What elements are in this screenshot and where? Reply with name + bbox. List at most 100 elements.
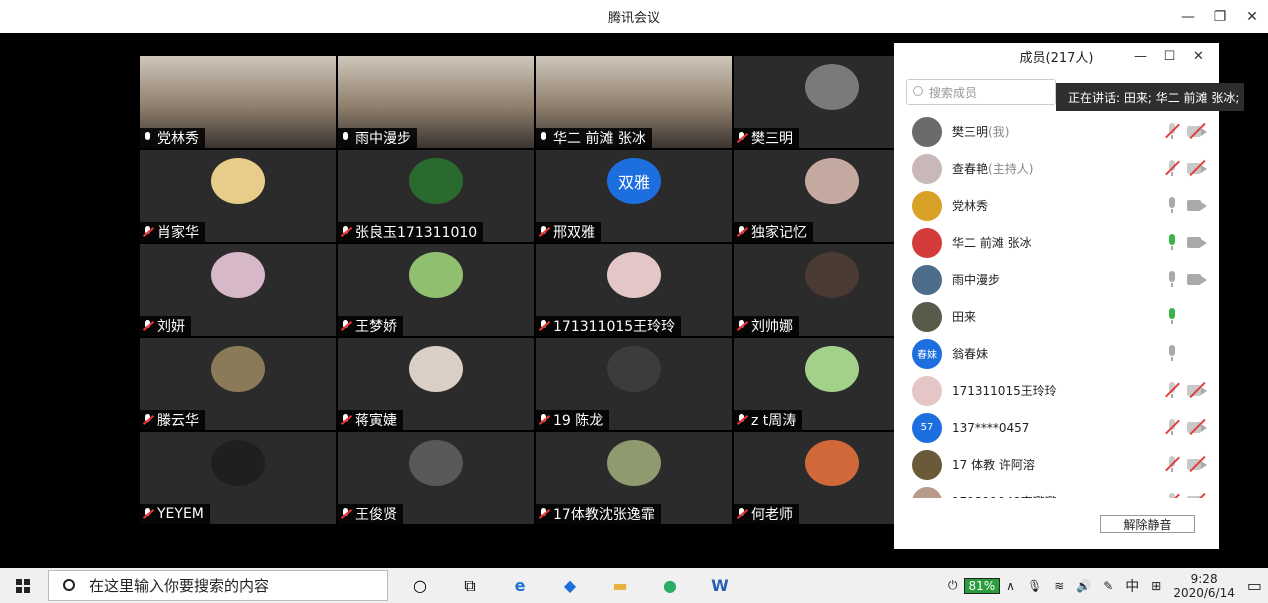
member-name: 171311048李璐璐: [952, 493, 1057, 498]
mic-icon[interactable]: [1165, 308, 1179, 325]
tencent-meeting-icon[interactable]: ◆: [545, 568, 595, 603]
mic-icon: [142, 132, 154, 144]
avatar: [912, 153, 942, 184]
participant-tile[interactable]: 刘妍: [140, 244, 336, 336]
participant-tile[interactable]: 171311015王玲玲: [536, 244, 732, 336]
restore-icon[interactable]: ❐: [1204, 0, 1236, 33]
member-name: 17 体教 许阿溶: [952, 458, 1035, 472]
mic-muted-icon[interactable]: [1165, 123, 1180, 140]
participant-tile[interactable]: 滕云华: [140, 338, 336, 430]
avatar: [409, 440, 463, 486]
cortana-icon[interactable]: ○: [395, 568, 445, 603]
member-row[interactable]: 华二 前滩 张冰: [894, 224, 1219, 261]
file-explorer-icon[interactable]: ▬: [595, 568, 645, 603]
mic-muted-icon: [340, 414, 352, 426]
avatar: [409, 252, 463, 298]
mic-icon: [538, 132, 550, 144]
mic-muted-icon[interactable]: [1165, 160, 1180, 177]
camera-off-icon[interactable]: [1187, 492, 1207, 498]
panel-maximize-icon[interactable]: ☐: [1155, 43, 1184, 69]
member-row[interactable]: 田来: [894, 298, 1219, 335]
ime-mode-icon[interactable]: ⊞: [1145, 579, 1167, 593]
camera-off-icon[interactable]: [1187, 418, 1207, 436]
camera-off-icon[interactable]: [1187, 381, 1207, 399]
avatar: [805, 252, 859, 298]
participant-tile[interactable]: 双雅 邢双雅: [536, 150, 732, 242]
window-title: 腾讯会议: [607, 11, 660, 26]
mic-muted-icon: [340, 226, 352, 238]
microphone-icon[interactable]: 🎙: [1021, 579, 1048, 593]
member-row[interactable]: 党林秀: [894, 187, 1219, 224]
word-icon[interactable]: W: [695, 568, 745, 603]
mic-muted-icon[interactable]: [1165, 382, 1180, 399]
member-row[interactable]: 樊三明(我): [894, 113, 1219, 150]
camera-icon[interactable]: [1187, 197, 1207, 214]
chevron-up-icon[interactable]: ∧: [1000, 579, 1021, 593]
member-row[interactable]: 春妹 翁春妹: [894, 335, 1219, 372]
participant-name: 王俊贤: [338, 504, 403, 524]
member-row[interactable]: 171311048李璐璐: [894, 483, 1219, 498]
participant-name: 独家记忆: [734, 222, 813, 242]
mic-muted-icon[interactable]: [1165, 493, 1180, 498]
pen-icon[interactable]: ✎: [1097, 579, 1119, 593]
mic-muted-icon[interactable]: [1165, 456, 1180, 473]
battery-indicator[interactable]: 81%: [963, 577, 1001, 594]
camera-off-icon[interactable]: [1187, 159, 1207, 177]
participant-tile[interactable]: 蒋寅婕: [338, 338, 534, 430]
participant-name: 王梦娇: [338, 316, 403, 336]
participant-tile[interactable]: 19 陈龙: [536, 338, 732, 430]
task-view-icon[interactable]: ⧉: [445, 568, 495, 603]
mic-muted-icon: [142, 320, 154, 332]
participant-tile[interactable]: 肖家华: [140, 150, 336, 242]
taskbar-search-input[interactable]: 在这里输入你要搜索的内容: [48, 570, 388, 601]
camera-off-icon[interactable]: [1187, 455, 1207, 473]
panel-minimize-icon[interactable]: —: [1126, 43, 1155, 69]
plug-icon[interactable]: ⏻: [942, 578, 964, 593]
close-icon[interactable]: ✕: [1236, 0, 1268, 33]
member-search-input[interactable]: 搜索成员: [906, 79, 1056, 105]
edge-icon[interactable]: e: [495, 568, 545, 603]
mic-icon[interactable]: [1165, 271, 1179, 288]
panel-close-icon[interactable]: ✕: [1184, 43, 1213, 69]
participant-tile[interactable]: 党林秀: [140, 56, 336, 148]
participant-tile[interactable]: 王俊贤: [338, 432, 534, 524]
avatar: [211, 158, 265, 204]
start-button[interactable]: [0, 568, 46, 603]
participant-name: 17体教沈张逸霏: [536, 504, 661, 524]
member-row[interactable]: 171311015王玲玲: [894, 372, 1219, 409]
mic-icon[interactable]: [1165, 234, 1179, 251]
member-row[interactable]: 查春艳(主持人): [894, 150, 1219, 187]
participant-name: 19 陈龙: [536, 410, 610, 430]
member-row[interactable]: 雨中漫步: [894, 261, 1219, 298]
member-list: 樊三明(我) 查春艳(主持人) 党林秀 华二 前滩 张冰 雨中漫步田来春妹 翁春妹 171…: [894, 113, 1219, 498]
wifi-icon[interactable]: ≋: [1048, 579, 1070, 593]
participant-tile[interactable]: 张良玉171311010: [338, 150, 534, 242]
camera-icon[interactable]: [1187, 271, 1207, 288]
camera-icon[interactable]: [1187, 234, 1207, 251]
mic-icon[interactable]: [1165, 345, 1179, 362]
clock[interactable]: 9:28 2020/6/14: [1167, 572, 1241, 600]
participant-name: 刘帅娜: [734, 316, 799, 336]
participant-tile[interactable]: 雨中漫步: [338, 56, 534, 148]
avatar: [912, 264, 942, 295]
wechat-icon[interactable]: ●: [645, 568, 695, 603]
member-row[interactable]: 17 体教 许阿溶: [894, 446, 1219, 483]
member-name: 田来: [952, 310, 977, 324]
unmute-button[interactable]: 解除静音: [1100, 515, 1195, 533]
camera-off-icon[interactable]: [1187, 122, 1207, 140]
participant-tile[interactable]: 17体教沈张逸霏: [536, 432, 732, 524]
avatar: [805, 64, 859, 110]
participant-tile[interactable]: YEYEM: [140, 432, 336, 524]
mic-muted-icon: [736, 414, 748, 426]
avatar: [211, 346, 265, 392]
participant-tile[interactable]: 王梦娇: [338, 244, 534, 336]
ime-indicator[interactable]: 中: [1119, 576, 1145, 596]
minimize-icon[interactable]: —: [1172, 0, 1204, 33]
mic-icon[interactable]: [1165, 197, 1179, 214]
mic-muted-icon[interactable]: [1165, 419, 1180, 436]
member-row[interactable]: 57 137****0457: [894, 409, 1219, 446]
notification-icon[interactable]: ▭: [1241, 576, 1268, 595]
participant-tile[interactable]: 华二 前滩 张冰: [536, 56, 732, 148]
participant-name: 刘妍: [140, 316, 191, 336]
volume-icon[interactable]: 🔊: [1070, 579, 1097, 593]
